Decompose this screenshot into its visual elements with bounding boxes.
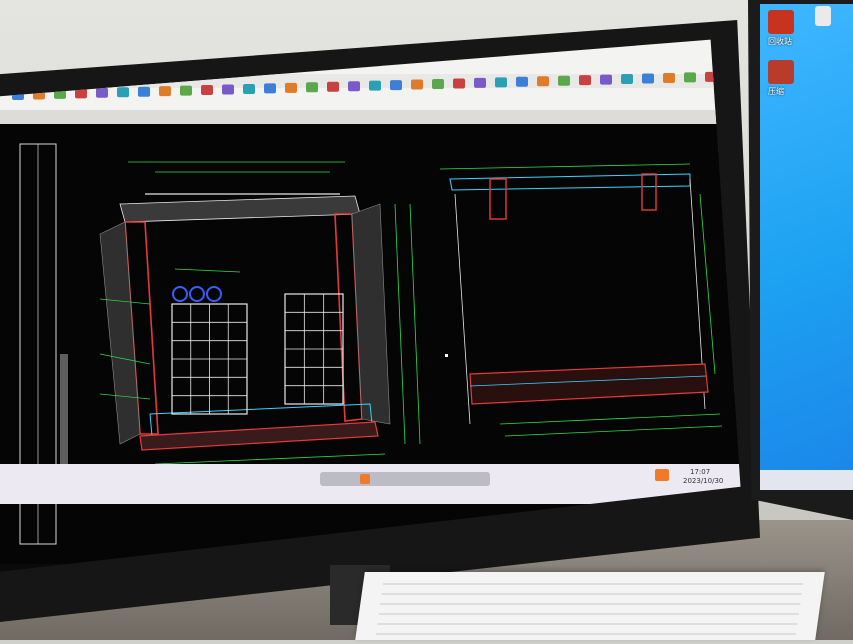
document-table-lines [376,583,804,635]
toolbar-tool-icon [600,74,612,85]
taskbar-time: 17:07 [690,468,711,476]
toolbar-tool-icon [495,77,507,88]
toolbar-tool-icon [516,76,528,87]
toolbar-tool-icon [159,86,171,97]
secondary-taskbar[interactable] [760,470,853,490]
toolbar-tool-icon [180,85,192,96]
document-icon[interactable] [815,6,831,26]
top-slab [119,195,361,223]
toolbar-tool-icon [306,82,318,93]
toolbar-tool-icon [117,87,129,98]
toolbar-tool-icon [264,83,276,94]
left-section-view [99,161,421,489]
toolbar-tool-icon [474,77,486,88]
toolbar-tool-icon [432,79,444,89]
toolbar-tool-icon [285,82,297,93]
toolbar-tool-icon [537,76,549,87]
right-plan-view [439,163,723,437]
toolbar-tool-icon [348,81,360,92]
secondary-monitor-desktop[interactable]: 回收站 压缩 [760,4,853,484]
archive-icon[interactable] [768,60,794,84]
toolbar-tool-icon [663,72,675,83]
pipe-icon [172,286,188,302]
toolbar-tool-icon [96,87,108,98]
windows-taskbar[interactable]: 17:07 2023/10/30 [0,464,741,504]
desktop-icon-recycle[interactable] [768,10,794,34]
toolbar-tool-icon [621,74,633,85]
toolbar-tool-icon [369,80,381,91]
cursor-icon [445,354,448,357]
floor-slab [139,421,379,451]
desktop-icon-label: 回收站 [768,37,792,46]
toolbar-tool-icon [222,84,234,95]
toolbar-tool-icon [243,83,255,94]
desktop-icon-label: 压缩 [768,87,784,96]
toolbar-tool-icon [411,79,423,90]
toolbar-tool-icon [327,81,339,92]
toolbar-tool-icon [684,72,696,83]
taskbar-date: 2023/10/30 [683,477,724,485]
toolbar-tool-icon [138,86,150,97]
toolbar-tool-icon [558,75,570,86]
printed-document [355,572,825,640]
toolbar-tool-icon [579,75,591,86]
toolbar-tool-icon [201,85,213,96]
pipe-icon [206,286,222,302]
plan-floor [469,363,709,405]
pipe-icon [189,286,205,302]
toolbar-tool-icon [453,78,465,89]
toolbar-tool-icon [390,80,402,91]
cad-status-bar[interactable] [320,472,490,486]
tray-app-icon[interactable] [655,469,669,481]
app-icon[interactable] [360,474,370,484]
toolbar-tool-icon [642,73,654,84]
